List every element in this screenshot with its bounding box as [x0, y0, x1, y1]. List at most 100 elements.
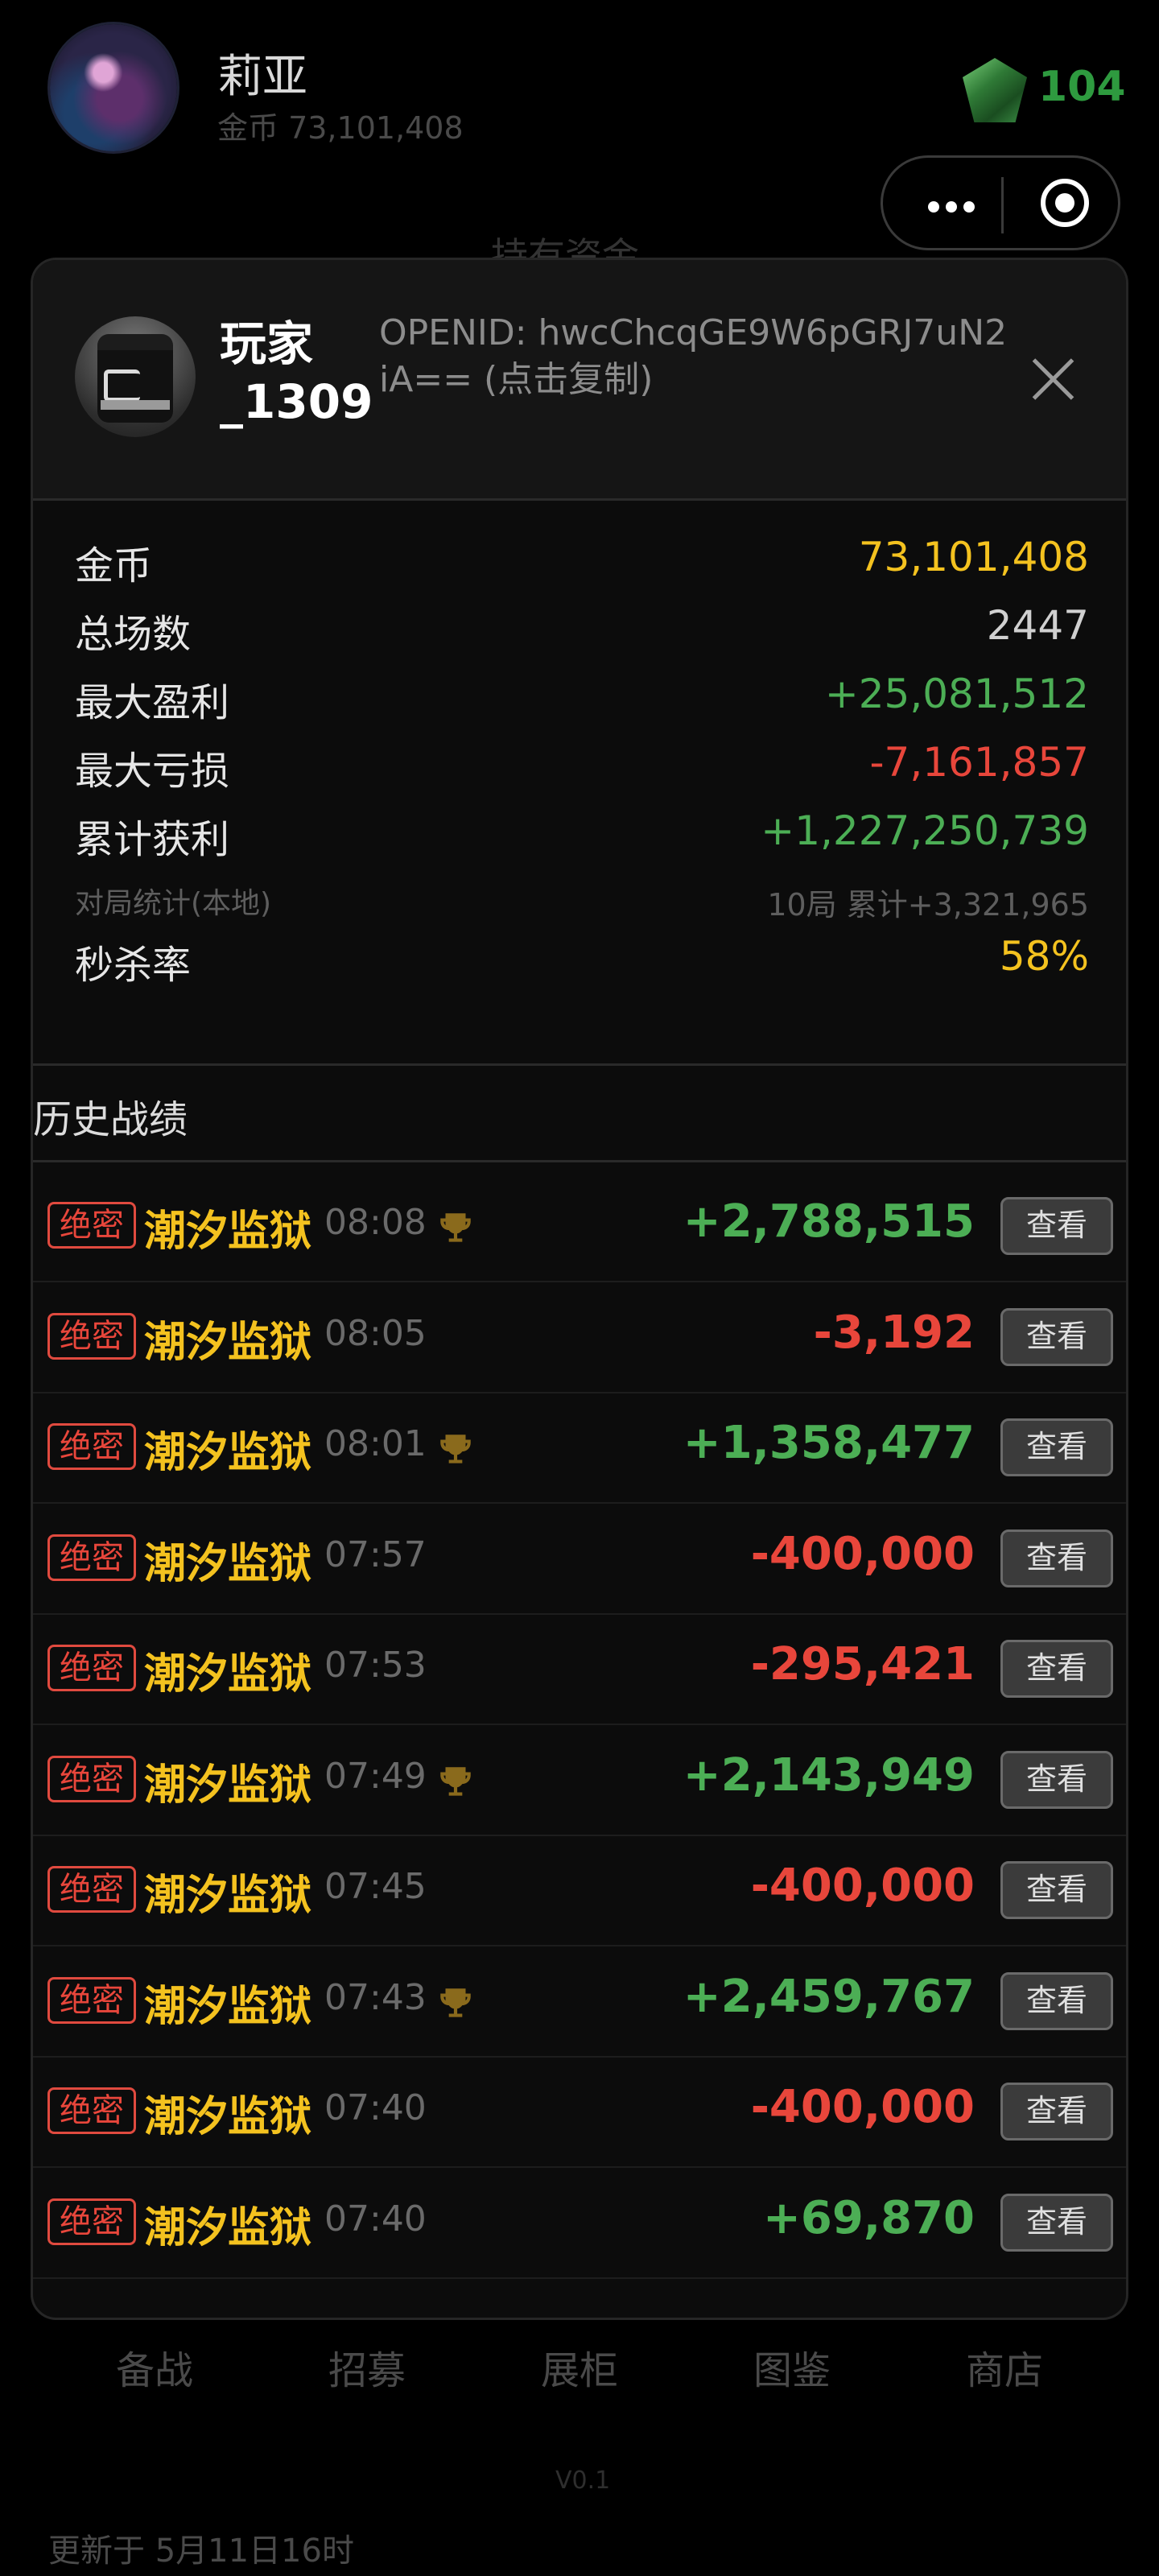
- stat-max-profit: 最大盈利 +25,081,512: [75, 671, 1089, 732]
- stat-total-profit: 累计获利 +1,227,250,739: [75, 807, 1089, 869]
- match-row: 绝密 潮汐监狱 07:40 -400,000 查看: [33, 2057, 1126, 2168]
- updated-label: 更新于 5月11日16时: [48, 2533, 354, 2570]
- stat-value: 73,101,408: [858, 534, 1089, 580]
- user-coins: 金币 73,101,408: [217, 110, 464, 146]
- stat-label: 秒杀率: [75, 943, 192, 988]
- match-profit: -400,000: [750, 1860, 975, 1912]
- more-dots-icon[interactable]: [915, 185, 988, 225]
- match-row: 绝密 潮汐监狱 07:57 -400,000 查看: [33, 1504, 1126, 1615]
- stat-label: 总场数: [75, 612, 192, 657]
- stat-label: 对局统计(本地): [75, 887, 272, 920]
- match-time: 07:49: [324, 1755, 427, 1797]
- stat-value: +1,227,250,739: [761, 807, 1089, 854]
- map-name: 潮汐监狱: [144, 1761, 312, 1810]
- mode-badge: 绝密: [47, 1423, 136, 1470]
- view-button[interactable]: 查看: [1000, 1861, 1113, 1919]
- match-profit: +69,870: [762, 2191, 975, 2244]
- view-button[interactable]: 查看: [1000, 1529, 1113, 1587]
- modal-header: 玩家_1309 OPENID: hwcChcqGE9W6pGRJ7uN2iA==…: [33, 260, 1126, 498]
- user-name: 莉亚: [217, 51, 307, 103]
- match-profit: +1,358,477: [683, 1417, 975, 1469]
- stat-value: 58%: [999, 933, 1089, 980]
- gem-count: 104: [1038, 63, 1126, 111]
- match-profit: +2,459,767: [683, 1970, 975, 2023]
- mode-badge: 绝密: [47, 2087, 136, 2134]
- mode-badge: 绝密: [47, 1755, 136, 1802]
- map-name: 潮汐监狱: [144, 1872, 312, 1920]
- match-time: 07:53: [324, 1645, 427, 1686]
- view-button[interactable]: 查看: [1000, 1971, 1113, 2030]
- match-time: 08:05: [324, 1312, 427, 1354]
- view-button[interactable]: 查看: [1000, 1197, 1113, 1255]
- nav-item-prepare[interactable]: 备战: [116, 2339, 193, 2395]
- section-divider: [33, 1160, 1126, 1162]
- match-row: 绝密 潮汐监狱 08:08 +2,788,515 查看: [33, 1171, 1126, 1282]
- section-divider: [33, 1063, 1126, 1066]
- stat-label: 累计获利: [75, 817, 230, 862]
- nav-item-codex[interactable]: 图鉴: [753, 2339, 831, 2395]
- stat-label: 最大亏损: [75, 749, 230, 794]
- match-row: 绝密 潮汐监狱 07:49 +2,143,949 查看: [33, 1725, 1126, 1836]
- view-button[interactable]: 查看: [1000, 1307, 1113, 1366]
- stat-kill-rate: 秒杀率 58%: [75, 933, 1089, 994]
- openid-copy[interactable]: OPENID: hwcChcqGE9W6pGRJ7uN2iA== (点击复制): [379, 310, 1015, 403]
- stat-label: 最大盈利: [75, 680, 230, 725]
- match-profit: -400,000: [750, 1527, 975, 1580]
- header-divider: [33, 498, 1126, 501]
- match-time: 08:08: [324, 1202, 427, 1243]
- match-row: 绝密 潮汐监狱 07:45 -400,000 查看: [33, 1835, 1126, 1946]
- nav-item-showcase[interactable]: 展柜: [541, 2339, 618, 2395]
- map-name: 潮汐监狱: [144, 1982, 312, 2031]
- mode-badge: 绝密: [47, 1645, 136, 1691]
- miniprogram-capsule: [881, 155, 1120, 250]
- match-row: 绝密 潮汐监狱 08:05 -3,192 查看: [33, 1282, 1126, 1393]
- stat-value: 2447: [986, 602, 1089, 649]
- view-button[interactable]: 查看: [1000, 1750, 1113, 1809]
- mode-badge: 绝密: [47, 1312, 136, 1360]
- nav-item-shop[interactable]: 商店: [966, 2339, 1043, 2395]
- match-row: 绝密 潮汐监狱 07:53 -295,421 查看: [33, 1614, 1126, 1725]
- version-label: V0.1: [555, 2467, 611, 2495]
- stat-value: +25,081,512: [824, 671, 1089, 717]
- stat-total-games: 总场数 2447: [75, 602, 1089, 663]
- stat-coins: 金币 73,101,408: [75, 534, 1089, 595]
- view-button[interactable]: 查看: [1000, 1640, 1113, 1698]
- trophy-icon: [435, 1208, 476, 1249]
- match-profit: +2,788,515: [683, 1195, 975, 1248]
- player-avatar: [75, 316, 196, 437]
- match-time: 07:43: [324, 1976, 427, 2018]
- match-profit: -3,192: [813, 1306, 975, 1359]
- map-name: 潮汐监狱: [144, 1539, 312, 1588]
- match-profit: -400,000: [750, 2081, 975, 2133]
- mode-badge: 绝密: [47, 2198, 136, 2245]
- stat-max-loss: 最大亏损 -7,161,857: [75, 739, 1089, 800]
- match-profit: +2,143,949: [683, 1748, 975, 1802]
- stat-value: 10局 累计+3,321,965: [767, 887, 1089, 923]
- map-name: 潮汐监狱: [144, 1650, 312, 1699]
- close-icon[interactable]: [1031, 357, 1076, 402]
- view-button[interactable]: 查看: [1000, 2193, 1113, 2252]
- map-name: 潮汐监狱: [144, 1208, 312, 1256]
- stat-label: 金币: [75, 543, 153, 588]
- match-time: 08:01: [324, 1423, 427, 1464]
- trophy-icon: [435, 1984, 476, 2024]
- mode-badge: 绝密: [47, 1202, 136, 1249]
- mode-badge: 绝密: [47, 1976, 136, 2024]
- capsule-separator: [1001, 177, 1004, 233]
- trophy-icon: [435, 1762, 476, 1802]
- history-title: 历史战绩: [33, 1097, 188, 1142]
- match-time: 07:40: [324, 2198, 427, 2240]
- user-avatar[interactable]: [50, 24, 177, 151]
- view-button[interactable]: 查看: [1000, 2083, 1113, 2140]
- target-icon[interactable]: [1041, 179, 1089, 227]
- match-row: 绝密 潮汐监狱 07:43 +2,459,767 查看: [33, 1946, 1126, 2058]
- nav-item-recruit[interactable]: 招募: [328, 2339, 406, 2395]
- view-button[interactable]: 查看: [1000, 1418, 1113, 1476]
- match-profit: -295,421: [750, 1638, 975, 1690]
- player-name: 玩家_1309: [220, 316, 373, 429]
- map-name: 潮汐监狱: [144, 2093, 312, 2141]
- mode-badge: 绝密: [47, 1534, 136, 1581]
- match-row: 绝密 潮汐监狱 07:40 +69,870 查看: [33, 2168, 1126, 2279]
- match-time: 07:57: [324, 1534, 427, 1575]
- map-name: 潮汐监狱: [144, 1318, 312, 1367]
